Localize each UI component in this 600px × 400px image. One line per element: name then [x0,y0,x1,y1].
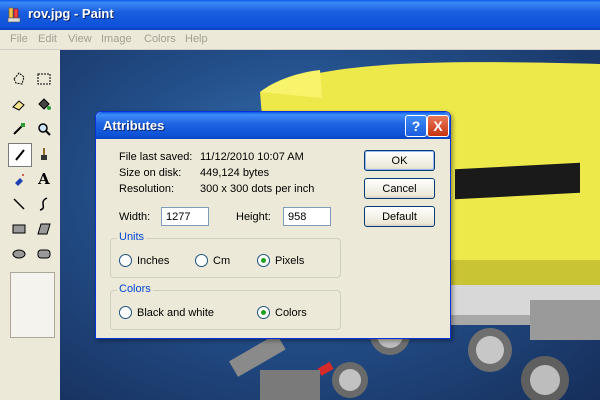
close-button[interactable]: X [427,115,449,137]
brush-icon[interactable] [33,143,55,165]
eraser-icon[interactable] [8,93,30,115]
ok-button[interactable]: OK [364,150,435,171]
units-group: Units Inches Cm Pixels [110,231,341,278]
units-cm-radio[interactable]: Cm [195,254,230,267]
help-button[interactable]: ? [405,115,427,137]
file-last-saved-value: 11/12/2010 10:07 AM [200,151,304,163]
menu-file[interactable]: File [10,33,28,45]
pick-color-icon[interactable] [8,118,30,140]
radio-unchecked-icon [119,254,132,267]
height-field[interactable]: 958 [283,207,331,226]
attributes-dialog: Attributes ? X File last saved: 11/12/20… [95,111,451,339]
radio-unchecked-icon [195,254,208,267]
menu-edit[interactable]: Edit [38,33,57,45]
close-icon: X [433,118,443,134]
units-group-title: Units [117,231,147,243]
resolution-value: 300 x 300 dots per inch [200,183,315,195]
menu-colors[interactable]: Colors [144,33,176,45]
menu-bar: File Edit View Image Colors Help [0,30,600,50]
units-pixels-label: Pixels [275,254,305,267]
size-on-disk-value: 449,124 bytes [200,167,270,179]
rounded-rectangle-icon[interactable] [33,243,55,265]
toolbox: A [0,50,60,400]
default-button[interactable]: Default [364,206,435,227]
file-last-saved-label: File last saved: [119,151,193,163]
select-icon[interactable] [33,68,55,90]
resolution-label: Resolution: [119,183,175,195]
magnifier-icon[interactable] [33,118,55,140]
airbrush-icon[interactable] [8,168,30,190]
dialog-title-bar[interactable]: Attributes ? X [96,112,450,139]
menu-image[interactable]: Image [101,33,132,45]
help-icon: ? [411,118,421,134]
units-pixels-radio[interactable]: Pixels [257,254,304,267]
width-field[interactable]: 1277 [161,207,209,226]
polygon-icon[interactable] [33,218,55,240]
pencil-icon[interactable] [8,143,32,167]
units-inches-radio[interactable]: Inches [119,254,169,267]
tool-options-box[interactable] [10,272,55,338]
app-title-bar[interactable]: rov.jpg - Paint [0,0,600,30]
paint-app-icon [7,7,21,23]
colors-colors-label: Colors [275,306,307,319]
height-label: Height: [236,211,271,223]
ellipse-icon[interactable] [8,243,30,265]
units-inches-label: Inches [137,254,170,267]
units-cm-label: Cm [213,254,231,267]
free-form-select-icon[interactable] [8,68,30,90]
line-icon[interactable] [8,193,30,215]
radio-checked-icon [257,254,270,267]
width-label: Width: [119,211,151,223]
colors-colors-radio[interactable]: Colors [257,306,307,319]
menu-view[interactable]: View [68,33,92,45]
colors-black-white-radio[interactable]: Black and white [119,306,214,319]
colors-group-title: Colors [117,283,153,295]
radio-unchecked-icon [119,306,132,319]
fill-icon[interactable] [33,93,55,115]
text-icon[interactable]: A [33,168,55,190]
rectangle-icon[interactable] [8,218,30,240]
radio-checked-icon [257,306,270,319]
colors-group: Colors Black and white Colors [110,283,341,330]
window-title: rov.jpg - Paint [28,6,114,21]
size-on-disk-label: Size on disk: [119,167,182,179]
cancel-button[interactable]: Cancel [364,178,435,199]
dialog-title: Attributes [103,118,165,133]
curve-icon[interactable] [33,193,55,215]
colors-black-white-label: Black and white [137,306,215,319]
menu-help[interactable]: Help [185,33,208,45]
